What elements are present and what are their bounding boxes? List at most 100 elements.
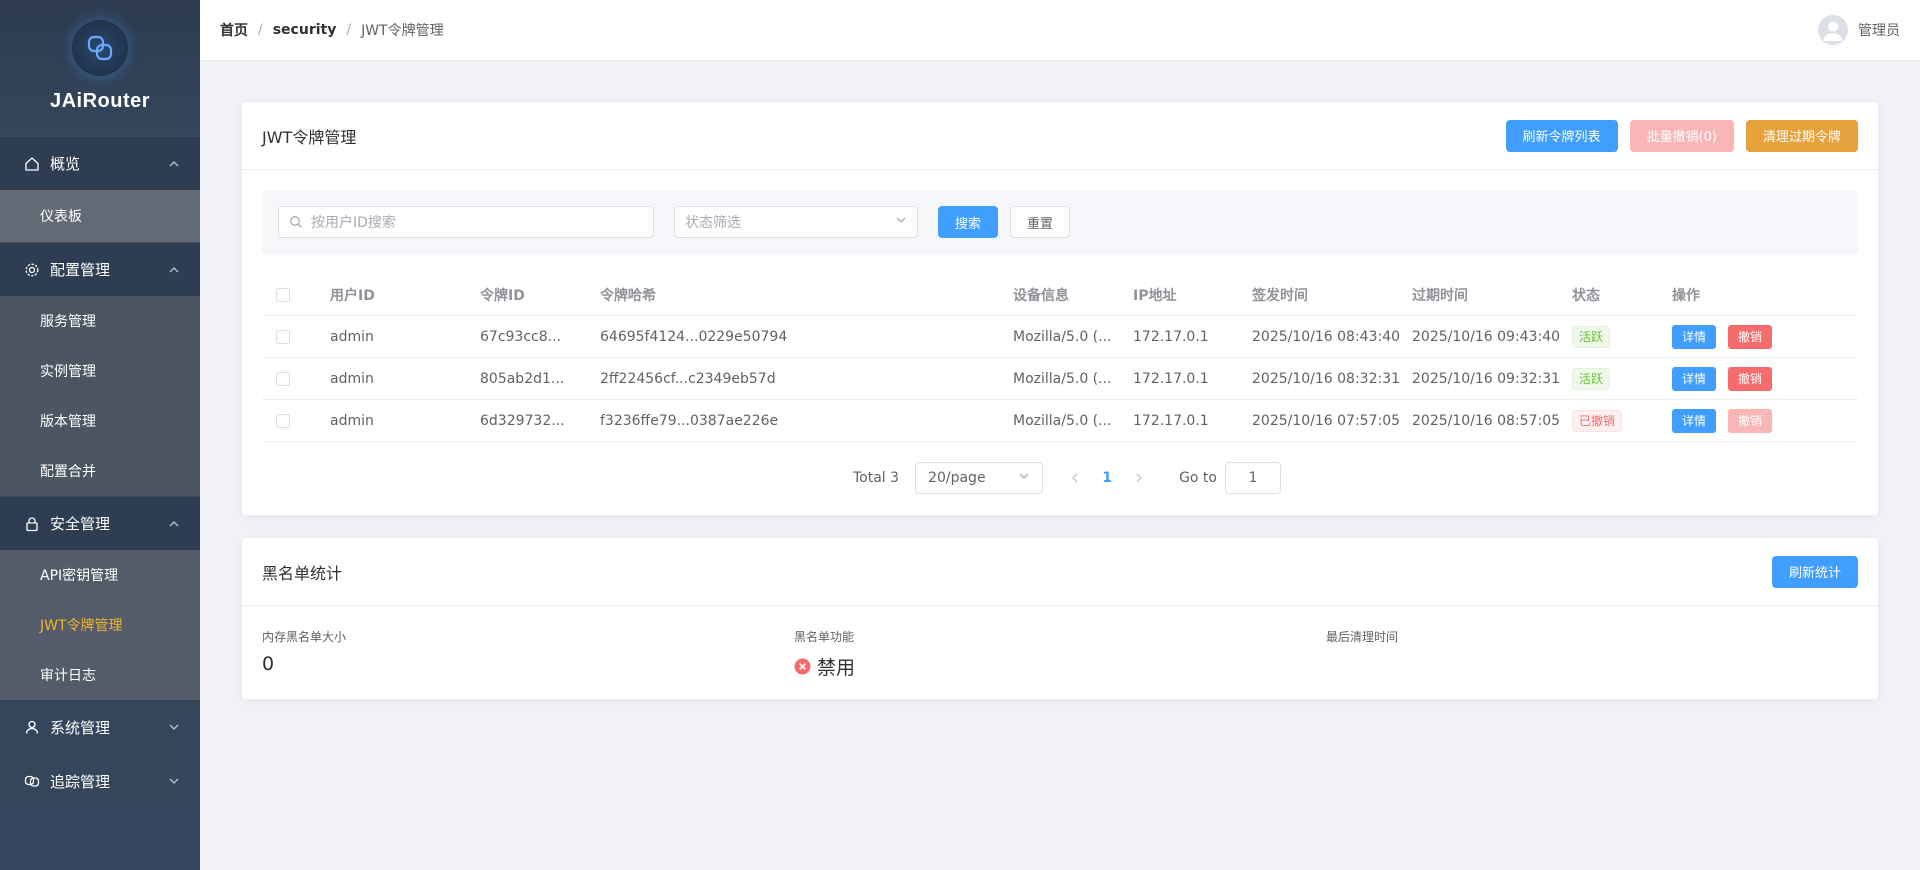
breadcrumb-security[interactable]: security (273, 22, 337, 38)
goto-input[interactable]: 1 (1224, 462, 1281, 494)
table-header: 用户ID 令牌ID 令牌哈希 设备信息 IP地址 签发时间 过期时间 状态 操作 (262, 274, 1858, 316)
submenu-overview: 仪表板 (0, 190, 200, 242)
stat-label: 内存黑名单大小 (262, 630, 347, 644)
cell-token-id: 805ab2d1... (480, 370, 565, 387)
home-icon (24, 155, 42, 173)
cell-token-hash: f3236ffe79...0387ae226e (600, 412, 779, 429)
cell-token-id: 6d329732... (480, 412, 565, 429)
status-badge: 活跃 (1572, 325, 1611, 348)
user-icon (24, 718, 42, 736)
row-checkbox[interactable] (276, 329, 290, 344)
menu-group-label: 系统管理 (50, 718, 111, 737)
menu-group-label: 配置管理 (50, 261, 111, 279)
menu-group-label: 追踪管理 (50, 772, 111, 791)
sidebar-item-versions[interactable]: 版本管理 (0, 396, 200, 446)
sidebar-item-services[interactable]: 服务管理 (0, 296, 200, 346)
token-card-actions: 刷新令牌列表 批量撤销(0) 清理过期令牌 (1494, 119, 1858, 152)
column-header: 令牌ID (480, 287, 525, 304)
refresh-stats-button[interactable]: 刷新统计 (1771, 555, 1858, 588)
menu-group-system[interactable]: 系统管理 (0, 700, 200, 754)
status-badge: 活跃 (1572, 367, 1611, 390)
column-header: 令牌哈希 (600, 287, 656, 304)
search-input[interactable]: 按用户ID搜索 (278, 206, 654, 238)
cell-ip: 172.17.0.1 (1133, 370, 1209, 387)
menu-group-label: 安全管理 (50, 515, 111, 533)
table-row: admin 67c93cc8... 64695f4124...0229e5079… (262, 316, 1858, 358)
menu-group-security[interactable]: 安全管理 (0, 496, 200, 550)
menu-group-tracing[interactable]: 追踪管理 (0, 754, 200, 808)
page-number[interactable]: 1 (1091, 470, 1123, 486)
link-icon (24, 772, 42, 790)
stat-last-cleanup-time: 最后清理时间 (1326, 628, 1858, 680)
detail-button[interactable]: 详情 (1672, 366, 1717, 391)
user-menu[interactable]: 管理员 (1818, 15, 1900, 45)
chevron-down-icon (1018, 470, 1030, 486)
cell-issued: 2025/10/16 08:32:31 (1252, 370, 1401, 387)
menu-group-config[interactable]: 配置管理 (0, 242, 200, 296)
sidebar-item-jwt-tokens[interactable]: JWT令牌管理 (0, 600, 200, 650)
blacklist-card-title: 黑名单统计 (262, 563, 343, 583)
cell-user-id: admin (330, 370, 374, 387)
user-name: 管理员 (1858, 23, 1900, 39)
avatar-icon (1818, 15, 1848, 45)
sidebar-item-config-merge[interactable]: 配置合并 (0, 446, 200, 496)
cell-issued: 2025/10/16 08:43:40 (1252, 328, 1401, 345)
search-button[interactable]: 搜索 (938, 206, 999, 238)
breadcrumb-separator: / (258, 22, 263, 38)
select-all-checkbox[interactable] (276, 287, 290, 302)
row-checkbox[interactable] (276, 371, 290, 386)
stat-value-row: 禁用 (794, 653, 1326, 680)
chevron-right-icon[interactable] (1123, 462, 1155, 494)
clean-expired-button[interactable]: 清理过期令牌 (1745, 119, 1858, 152)
chevron-down-icon (168, 721, 180, 733)
status-select[interactable]: 状态筛选 (674, 206, 918, 238)
pagination: Total 3 20/page 1 Go to 1 (242, 442, 1878, 514)
column-header: IP地址 (1133, 287, 1177, 304)
app-name: JAiRouter (49, 90, 151, 112)
token-table: 用户ID 令牌ID 令牌哈希 设备信息 IP地址 签发时间 过期时间 状态 操作… (262, 274, 1858, 442)
chevron-left-icon[interactable] (1059, 462, 1091, 494)
blacklist-card: 黑名单统计 刷新统计 内存黑名单大小 0 黑名单功能 禁用 最后清理时间 (241, 537, 1879, 700)
revoke-button[interactable]: 撤销 (1728, 366, 1773, 391)
sidebar-item-instances[interactable]: 实例管理 (0, 346, 200, 396)
reset-button[interactable]: 重置 (1010, 206, 1071, 238)
detail-button[interactable]: 详情 (1672, 408, 1717, 433)
revoke-button[interactable]: 撤销 (1728, 324, 1773, 349)
revoke-button-disabled[interactable]: 撤销 (1728, 408, 1773, 433)
batch-revoke-button[interactable]: 批量撤销(0) (1629, 119, 1734, 152)
cell-ip: 172.17.0.1 (1133, 328, 1209, 345)
stat-blacklist-feature: 黑名单功能 禁用 (794, 628, 1326, 680)
breadcrumb-home[interactable]: 首页 (220, 20, 248, 40)
submenu-config: 服务管理 实例管理 版本管理 配置合并 (0, 296, 200, 496)
token-card-header: JWT令牌管理 刷新令牌列表 批量撤销(0) 清理过期令牌 (242, 102, 1878, 170)
refresh-tokens-button[interactable]: 刷新令牌列表 (1505, 119, 1618, 152)
page-size-select[interactable]: 20/page (915, 462, 1044, 494)
chevron-down-icon (168, 775, 180, 787)
logo-area: JAiRouter (0, 0, 200, 136)
cell-device: Mozilla/5.0 (... (1013, 412, 1112, 429)
blacklist-card-header: 黑名单统计 刷新统计 (242, 538, 1878, 606)
sidebar-item-dashboard[interactable]: 仪表板 (0, 190, 200, 242)
table-row: admin 6d329732... f3236ffe79...0387ae226… (262, 400, 1858, 442)
sidebar-item-audit-log[interactable]: 审计日志 (0, 650, 200, 700)
goto-label: Go to (1179, 470, 1217, 486)
cell-device: Mozilla/5.0 (... (1013, 328, 1112, 345)
stat-label: 黑名单功能 (794, 630, 855, 644)
cell-token-hash: 64695f4124...0229e50794 (600, 328, 788, 345)
stat-value: 禁用 (817, 657, 856, 679)
row-checkbox[interactable] (276, 413, 290, 428)
menu-group-label: 概览 (50, 155, 81, 173)
cell-token-id: 67c93cc8... (480, 328, 561, 345)
gear-icon (24, 261, 42, 279)
breadcrumb: 首页 / security / JWT令牌管理 (220, 20, 444, 40)
chevron-up-icon (168, 158, 180, 170)
menu-group-overview[interactable]: 概览 (0, 136, 200, 190)
goto-page: Go to 1 (1179, 462, 1281, 494)
cell-user-id: admin (330, 328, 374, 345)
filter-bar: 按用户ID搜索 状态筛选 搜索 重置 (262, 190, 1858, 254)
lock-icon (24, 515, 42, 533)
breadcrumb-current: JWT令牌管理 (361, 23, 444, 39)
cell-token-hash: 2ff22456cf...c2349eb57d (600, 370, 776, 387)
detail-button[interactable]: 详情 (1672, 324, 1717, 349)
sidebar-item-api-keys[interactable]: API密钥管理 (0, 550, 200, 600)
